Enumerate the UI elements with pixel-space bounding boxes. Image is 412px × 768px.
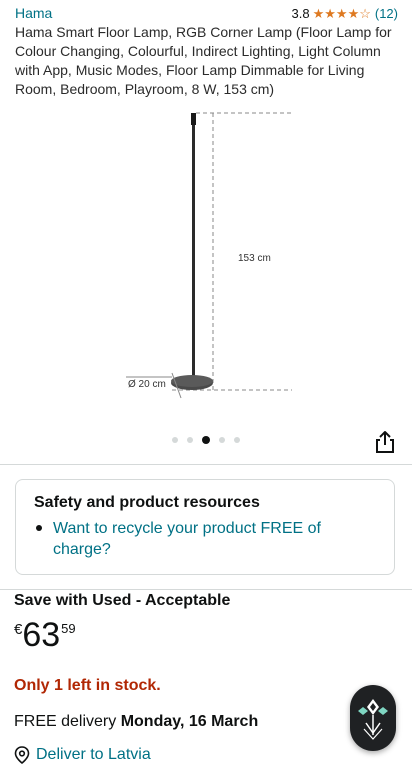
review-count-link[interactable]: (12) [375,6,398,21]
safety-resources-card: Safety and product resources Want to rec… [15,479,395,575]
rating-summary[interactable]: 3.8 ★ ★ ★ ★ ☆ (12) [292,6,398,21]
star-full-icon: ★ [312,6,325,21]
gallery-dot-active[interactable] [202,436,210,444]
section-divider [0,589,412,590]
star-rating: ★ ★ ★ ★ ☆ [313,7,371,20]
star-full-icon: ★ [347,6,360,21]
product-title: Hama Smart Floor Lamp, RGB Corner Lamp (… [15,24,392,97]
product-header: Hama 3.8 ★ ★ ★ ★ ☆ (12) [15,5,398,23]
lamp-dimension-diagram: 153 cm Ø 20 cm [126,112,292,399]
share-icon [376,431,394,453]
price-currency: € [14,621,23,638]
deliver-to-text: Deliver to Latvia [36,746,151,763]
section-divider [0,464,412,465]
rating-value: 3.8 [291,6,310,21]
delivery-info: FREE delivery Monday, 16 March [14,713,258,731]
stock-status: Only 1 left in stock. [14,677,161,694]
gallery-dot[interactable] [234,437,240,443]
location-pin-icon [14,746,30,764]
product-image-gallery[interactable]: 153 cm Ø 20 cm [0,105,412,425]
star-full-icon: ★ [324,6,336,21]
lamp-pole [192,115,195,378]
delivery-date: Monday, 16 March [120,713,259,730]
shopping-assistant-button[interactable] [350,685,396,751]
price-whole: 63 [22,616,61,654]
gallery-dot[interactable] [172,437,178,443]
used-offer-label: Save with Used - Acceptable [14,592,231,609]
brand-link[interactable]: Hama [15,5,52,21]
bullet-point [36,525,42,531]
delivery-prefix: FREE delivery [14,713,121,730]
price-fraction: 59 [61,621,76,636]
base-diameter-label: Ø 20 cm [128,379,166,390]
safety-title: Safety and product resources [34,494,260,511]
star-full-icon: ★ [335,6,348,21]
gallery-dot[interactable] [187,437,193,443]
star-empty-icon: ☆ [359,6,371,21]
assistant-icon [358,699,388,740]
recycle-link[interactable]: Want to recycle your product FREE of cha… [53,518,363,560]
share-button[interactable] [374,430,396,454]
price: € 63 59 [14,616,76,654]
gallery-pagination [0,436,412,444]
height-label: 153 cm [238,253,271,264]
deliver-to-link[interactable]: Deliver to Latvia [14,746,151,764]
gallery-dot[interactable] [219,437,225,443]
